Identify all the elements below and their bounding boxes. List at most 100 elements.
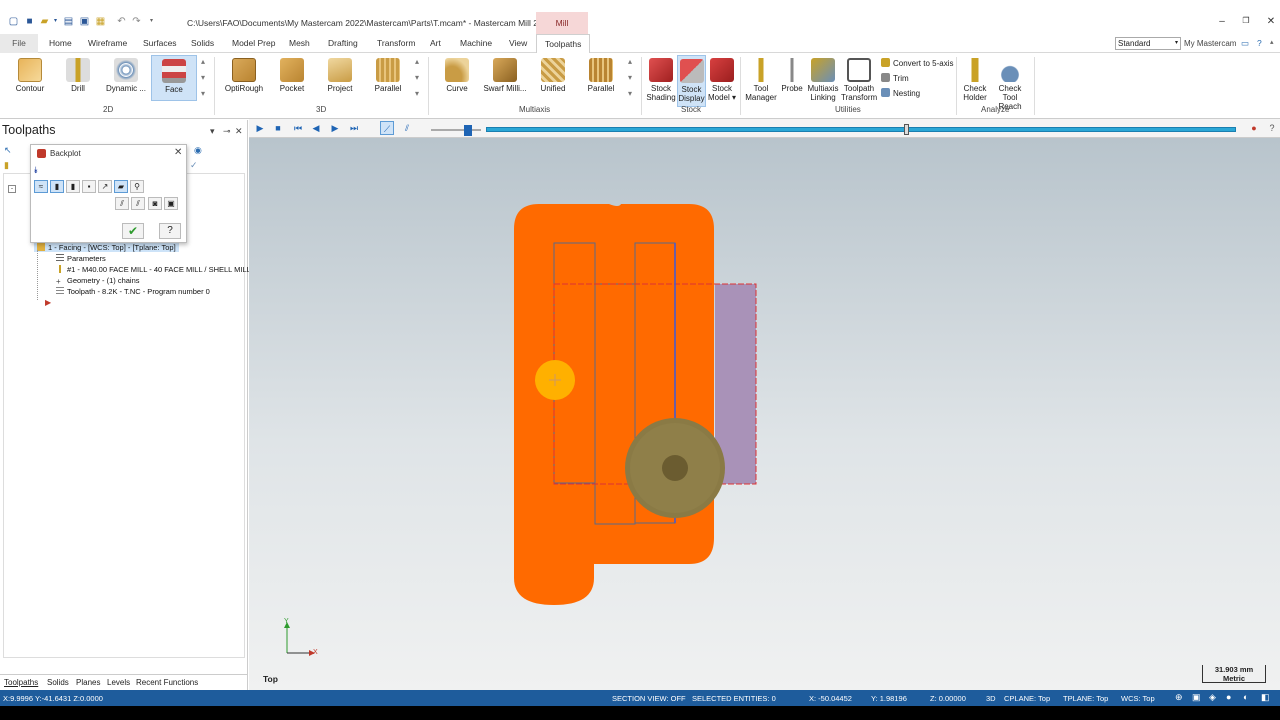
progress-track[interactable]: [486, 127, 1236, 132]
operation-facing[interactable]: 1 - Facing - [WCS: Top] - [Tplane: Top]: [34, 243, 179, 252]
workspace-select[interactable]: Standard ▾: [1115, 37, 1181, 50]
tab-machine[interactable]: Machine: [460, 38, 492, 48]
shading-mode-icon[interactable]: ◧: [1261, 692, 1270, 703]
rapid-moves-icon[interactable]: ▪: [82, 180, 96, 193]
step-back-icon[interactable]: ◀: [309, 121, 323, 135]
help-icon[interactable]: ?: [1265, 121, 1279, 135]
tab-model-prep[interactable]: Model Prep: [232, 38, 275, 48]
dynamic-mill-button[interactable]: Dynamic ...: [104, 55, 148, 101]
stop-icon[interactable]: ■: [271, 121, 285, 135]
face-button[interactable]: Face: [151, 55, 197, 101]
trace-icon[interactable]: ⫽: [115, 197, 129, 210]
machine-group-node[interactable]: -: [8, 182, 19, 193]
open-dropdown-icon[interactable]: ▾: [50, 16, 61, 27]
ok-check-icon[interactable]: ✔: [122, 223, 144, 239]
open-folder-icon[interactable]: ▰: [39, 16, 50, 27]
print-icon[interactable]: ▤: [63, 16, 74, 27]
drill-button[interactable]: Drill: [56, 55, 100, 101]
pin-icon[interactable]: ⊸: [223, 126, 231, 137]
play-icon[interactable]: ▶: [253, 121, 267, 135]
optirough-button[interactable]: OptiRough: [222, 55, 266, 101]
save-geometry-icon[interactable]: ▣: [164, 197, 178, 210]
tab-solids-panel[interactable]: Solids: [47, 678, 69, 687]
display-toolpath-icon[interactable]: ≈: [34, 180, 48, 193]
tab-file[interactable]: File: [0, 34, 38, 53]
stop-condition-icon[interactable]: ●: [1247, 121, 1261, 135]
check-tool-reach-button[interactable]: Check Tool Reach: [990, 55, 1030, 111]
help-icon[interactable]: ?: [159, 223, 181, 239]
close-panel-icon[interactable]: ✕: [235, 126, 243, 137]
panel-menu-icon[interactable]: ▾: [210, 126, 215, 137]
tab-toolpaths-panel[interactable]: Toolpaths: [4, 678, 38, 687]
customize-qat-icon[interactable]: ▾: [146, 16, 157, 27]
save-icon[interactable]: ■: [24, 16, 35, 27]
tool-info-icon[interactable]: ⚲: [130, 180, 144, 193]
nesting-button[interactable]: Nesting: [881, 88, 920, 98]
tab-wireframe[interactable]: Wireframe: [88, 38, 127, 48]
print-preview-icon[interactable]: ▣: [79, 16, 90, 27]
tab-art[interactable]: Art: [430, 38, 441, 48]
trace-all-icon[interactable]: ⫽: [131, 197, 145, 210]
gallery-more-icon[interactable]: ▾: [201, 89, 205, 98]
gallery-down-icon[interactable]: ▾: [628, 73, 632, 82]
gallery-up-icon[interactable]: ▴: [415, 57, 419, 66]
gallery-up-icon[interactable]: ▴: [201, 57, 205, 66]
tab-surfaces[interactable]: Surfaces: [143, 38, 177, 48]
y-coordinate[interactable]: Y: 1.98196: [871, 694, 907, 703]
help-icon[interactable]: ?: [1257, 38, 1262, 48]
gallery-down-icon[interactable]: ▾: [201, 73, 205, 82]
minimize-button[interactable]: –: [1215, 16, 1229, 27]
new-file-icon[interactable]: ▢: [8, 16, 19, 27]
shade-tool-icon[interactable]: ▰: [114, 180, 128, 193]
cplane-selector[interactable]: CPLANE: Top: [1004, 694, 1050, 703]
shaded-icon[interactable]: ●: [1226, 692, 1231, 702]
trim-button[interactable]: Trim: [881, 73, 909, 83]
gallery-more-icon[interactable]: ▾: [628, 89, 632, 98]
tab-solids[interactable]: Solids: [191, 38, 214, 48]
unified-button[interactable]: Unified: [531, 55, 575, 101]
cube-view-icon[interactable]: ▣: [1192, 692, 1201, 703]
tool-node[interactable]: #1 - M40.00 FACE MILL - 40 FACE MILL / S…: [56, 265, 251, 274]
select-all-icon[interactable]: ↖: [4, 145, 12, 156]
trace-toggle-icon[interactable]: ⫽: [400, 121, 414, 135]
gallery-more-icon[interactable]: ▾: [415, 89, 419, 98]
progress-marker[interactable]: [904, 124, 909, 135]
close-icon[interactable]: ✕: [174, 147, 182, 158]
swarf-milling-button[interactable]: Swarf Milli...: [482, 55, 528, 101]
toolpath-transform-button[interactable]: Toolpath Transform: [841, 55, 877, 107]
expand-arrows-icon[interactable]: ⯯: [33, 165, 45, 176]
gallery-up-icon[interactable]: ▴: [628, 57, 632, 66]
tool-manager-button[interactable]: Tool Manager: [744, 55, 778, 107]
collapse-ribbon-icon[interactable]: ▴: [1270, 38, 1274, 46]
tab-mesh[interactable]: Mesh: [289, 38, 310, 48]
restore-button[interactable]: ❐: [1239, 16, 1253, 25]
section-view-toggle[interactable]: SECTION VIEW: OFF: [612, 694, 686, 703]
tab-levels-panel[interactable]: Levels: [107, 678, 130, 687]
help-circle-icon[interactable]: ◉: [194, 145, 202, 156]
save-as-icon[interactable]: ▦: [95, 16, 106, 27]
display-tool-icon[interactable]: ▮: [50, 180, 64, 193]
multiaxis-linking-button[interactable]: Multiaxis Linking: [806, 55, 840, 107]
convert-to-5-axis-button[interactable]: Convert to 5-axis: [881, 58, 953, 68]
project-button[interactable]: Project: [318, 55, 362, 101]
orientation-icon[interactable]: ◈: [1209, 692, 1216, 703]
probe-button[interactable]: Probe: [779, 55, 805, 107]
feedback-icon[interactable]: ▭: [1241, 38, 1249, 49]
stock-model-button[interactable]: Stock Model ▾: [707, 55, 737, 107]
wcs-selector[interactable]: WCS: Top: [1121, 694, 1155, 703]
redo-icon[interactable]: ↷: [131, 16, 142, 27]
tab-transform[interactable]: Transform: [377, 38, 415, 48]
speed-slider-thumb[interactable]: [464, 125, 472, 136]
tab-home[interactable]: Home: [49, 38, 72, 48]
graphics-viewport[interactable]: Y X Top 31.903 mm Metric: [249, 138, 1280, 690]
z-coordinate[interactable]: Z: 0.00000: [930, 694, 966, 703]
parallel-3d-button[interactable]: Parallel: [366, 55, 410, 101]
contour-button[interactable]: Contour: [8, 55, 52, 101]
stock-display-button[interactable]: Stock Display: [677, 55, 706, 107]
close-button[interactable]: ✕: [1264, 16, 1278, 27]
lock-icon[interactable]: ▮: [4, 160, 9, 171]
check-holder-button[interactable]: Check Holder: [960, 55, 990, 107]
track-tool-icon[interactable]: ⟋: [380, 121, 394, 135]
step-forward-icon[interactable]: ▶: [328, 121, 342, 135]
toolpath-node[interactable]: Toolpath - 8.2K - T.NC - Program number …: [56, 287, 210, 296]
